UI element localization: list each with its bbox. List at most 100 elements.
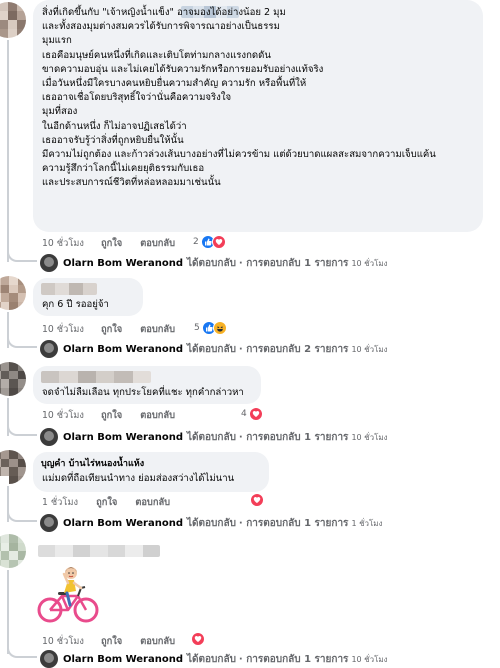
comment-bubble: จดจำไม่ลืมเลือน ทุกประโยคที่แชะ ทุกคำกล่… bbox=[33, 366, 261, 404]
reply-author-name[interactable]: Olarn Bom Weranond bbox=[63, 654, 183, 665]
comment-text: แม่มดที่ถือเทียนนำทาง ย่อมส่องสว่างได้ไม… bbox=[42, 473, 235, 484]
like-button[interactable]: ถูกใจ bbox=[101, 408, 122, 423]
reply-author-avatar bbox=[40, 428, 58, 446]
comment-line: มุมที่สอง bbox=[42, 106, 78, 118]
comment-text: สิ่งที่เกิดขึ้นกับ "เจ้าหญิงน้ำแข็ง" อาจ… bbox=[42, 6, 436, 191]
reply-action[interactable]: ได้ตอบกลับ bbox=[187, 516, 236, 531]
thread-connector bbox=[7, 510, 37, 522]
like-button[interactable]: ถูกใจ bbox=[96, 495, 117, 510]
reply-button[interactable]: ตอบกลับ bbox=[140, 634, 175, 649]
comment-line: มุมแรก bbox=[42, 35, 72, 47]
comment-actions: 10 ชั่วโมง ถูกใจ ตอบกลับ bbox=[42, 236, 175, 251]
thread-connector bbox=[7, 424, 37, 436]
comment-line: เธออาจเชื่อโดยบริสุทธิ์ใจว่านั่นคือความจ… bbox=[42, 92, 232, 104]
commenter-name[interactable]: บุญคำ บ้านไร่หนองน้ำแห้ง bbox=[41, 458, 144, 470]
reply-action[interactable]: ได้ตอบกลับ bbox=[187, 342, 236, 357]
reply-count[interactable]: · การตอบกลับ 1 รายการ bbox=[239, 430, 349, 445]
heart-icon bbox=[211, 235, 226, 249]
haha-icon bbox=[212, 321, 227, 335]
comment-line: เมื่อวันหนึ่งมีใครบางคนหยิบยื่นความสำคัญ… bbox=[42, 78, 307, 90]
reaction-count: 4 bbox=[241, 409, 247, 419]
like-button[interactable]: ถูกใจ bbox=[101, 634, 122, 649]
comment-text: จดจำไม่ลืมเลือน ทุกประโยคที่แชะ ทุกคำกล่… bbox=[42, 387, 244, 398]
reply-button[interactable]: ตอบกลับ bbox=[135, 495, 170, 510]
reply-author-avatar bbox=[40, 514, 58, 532]
comment-actions: 10 ชั่วโมง ถูกใจ ตอบกลับ bbox=[42, 322, 175, 337]
commenter-avatar[interactable] bbox=[0, 534, 26, 568]
reply-author-avatar bbox=[40, 254, 58, 272]
commenter-avatar[interactable] bbox=[0, 362, 26, 396]
commenter-name[interactable] bbox=[41, 371, 151, 383]
reply-author-avatar bbox=[40, 340, 58, 358]
comment-line: เธอคือมนุษย์คนหนึ่งที่เกิดและเติบโตท่ามก… bbox=[42, 49, 271, 61]
reaction-summary[interactable] bbox=[191, 632, 205, 646]
view-replies-link[interactable]: Olarn Bom Weranond ได้ตอบกลับ · การตอบกล… bbox=[40, 650, 388, 668]
reply-action[interactable]: ได้ตอบกลับ bbox=[187, 256, 236, 271]
reply-count[interactable]: · การตอบกลับ 2 รายการ bbox=[239, 342, 349, 357]
reply-count[interactable]: · การตอบกลับ 1 รายการ bbox=[239, 256, 349, 271]
comment-time[interactable]: 10 ชั่วโมง bbox=[42, 408, 84, 423]
reply-button[interactable]: ตอบกลับ bbox=[140, 322, 175, 337]
like-button[interactable]: ถูกใจ bbox=[101, 236, 122, 251]
view-replies-link[interactable]: Olarn Bom Weranond ได้ตอบกลับ · การตอบกล… bbox=[40, 254, 388, 272]
thread-connector bbox=[7, 646, 37, 658]
comment-text: คุก 6 ปี รออยู่จ้า bbox=[42, 299, 109, 310]
comment-line: มีความไม่ถูกต้อง และก้าวล่วงเส้นบางอย่าง… bbox=[42, 149, 436, 161]
reply-time: 10 ชั่วโมง bbox=[351, 432, 388, 442]
comment-actions: 10 ชั่วโมง ถูกใจ ตอบกลับ bbox=[42, 408, 175, 423]
comment-time[interactable]: 1 ชั่วโมง bbox=[42, 495, 78, 510]
comment-line: เธออาจรับรู้ว่าสิ่งที่ถูกหยิบยื่นให้นั้น bbox=[42, 134, 184, 146]
comment-bubble: สิ่งที่เกิดขึ้นกับ "เจ้าหญิงน้ำแข็ง" อาจ… bbox=[33, 0, 483, 232]
like-button[interactable]: ถูกใจ bbox=[101, 322, 122, 337]
reaction-summary[interactable] bbox=[250, 493, 264, 507]
reaction-count: 5 bbox=[194, 323, 200, 333]
thread-connector bbox=[7, 250, 37, 262]
comment-line: ในอีกด้านหนึ่ง ก็ไม่อาจปฏิเสธได้ว่า bbox=[42, 120, 187, 132]
reply-author-name[interactable]: Olarn Bom Weranond bbox=[63, 432, 183, 443]
heart-icon bbox=[191, 632, 205, 646]
comment-time[interactable]: 10 ชั่วโมง bbox=[42, 236, 84, 251]
reaction-summary[interactable]: 5 bbox=[194, 321, 227, 335]
commenter-avatar[interactable] bbox=[0, 2, 26, 38]
reply-author-name[interactable]: Olarn Bom Weranond bbox=[63, 344, 183, 355]
reply-time: 10 ชั่วโมง bbox=[351, 654, 388, 664]
comment-actions: 1 ชั่วโมง ถูกใจ ตอบกลับ bbox=[42, 495, 170, 510]
heart-icon bbox=[250, 493, 264, 507]
reply-author-name[interactable]: Olarn Bom Weranond bbox=[63, 258, 183, 269]
comment-bubble: คุก 6 ปี รออยู่จ้า bbox=[33, 278, 143, 316]
commenter-name[interactable] bbox=[38, 545, 160, 557]
reply-time: 10 ชั่วโมง bbox=[351, 344, 388, 354]
commenter-avatar[interactable] bbox=[0, 276, 26, 310]
view-replies-link[interactable]: Olarn Bom Weranond ได้ตอบกลับ · การตอบกล… bbox=[40, 340, 388, 358]
girl-on-bicycle-sticker bbox=[34, 560, 102, 628]
view-replies-link[interactable]: Olarn Bom Weranond ได้ตอบกลับ · การตอบกล… bbox=[40, 514, 382, 532]
thread-connector bbox=[7, 570, 9, 654]
comment-line: ความรู้สึกว่าโลกนี้ไม่เคยยุติธรรมกับเธอ bbox=[42, 163, 205, 175]
reply-time: 1 ชั่วโมง bbox=[351, 518, 383, 528]
reaction-count: 2 bbox=[193, 237, 199, 247]
reply-action[interactable]: ได้ตอบกลับ bbox=[187, 430, 236, 445]
comment-line: ขาดความอบอุ่น และไม่เคยได้รับความรักหรือ… bbox=[42, 63, 324, 75]
reaction-summary[interactable]: 2 bbox=[193, 235, 226, 249]
heart-icon bbox=[248, 407, 263, 421]
comment-time[interactable]: 10 ชั่วโมง bbox=[42, 634, 84, 649]
comment-line: และประสบการณ์ชีวิตที่หล่อหลอมมาเช่นนั้น bbox=[42, 177, 221, 189]
comment-line: และทั้งสองมุมต่างสมควรได้รับการพิจารณาอย… bbox=[42, 21, 280, 33]
thread-connector bbox=[7, 40, 9, 262]
comment-actions: 10 ชั่วโมง ถูกใจ ตอบกลับ bbox=[42, 634, 175, 649]
thread-connector bbox=[7, 336, 37, 348]
reply-button[interactable]: ตอบกลับ bbox=[140, 236, 175, 251]
comment-bubble: บุญคำ บ้านไร่หนองน้ำแห้ง แม่มดที่ถือเทีย… bbox=[33, 452, 269, 492]
reaction-summary[interactable]: 4 bbox=[241, 407, 263, 421]
reply-count[interactable]: · การตอบกลับ 1 รายการ bbox=[239, 652, 349, 667]
view-replies-link[interactable]: Olarn Bom Weranond ได้ตอบกลับ · การตอบกล… bbox=[40, 428, 388, 446]
comment-line: สิ่งที่เกิดขึ้นกับ "เจ้าหญิงน้ำแข็ง" อาจ… bbox=[42, 7, 286, 18]
commenter-avatar[interactable] bbox=[0, 450, 26, 484]
comment-time[interactable]: 10 ชั่วโมง bbox=[42, 322, 84, 337]
reply-time: 10 ชั่วโมง bbox=[351, 258, 388, 268]
reply-author-name[interactable]: Olarn Bom Weranond bbox=[63, 518, 183, 529]
reply-count[interactable]: · การตอบกลับ 1 รายการ bbox=[239, 516, 349, 531]
reply-action[interactable]: ได้ตอบกลับ bbox=[187, 652, 236, 667]
commenter-name[interactable] bbox=[41, 283, 97, 295]
reply-button[interactable]: ตอบกลับ bbox=[140, 408, 175, 423]
